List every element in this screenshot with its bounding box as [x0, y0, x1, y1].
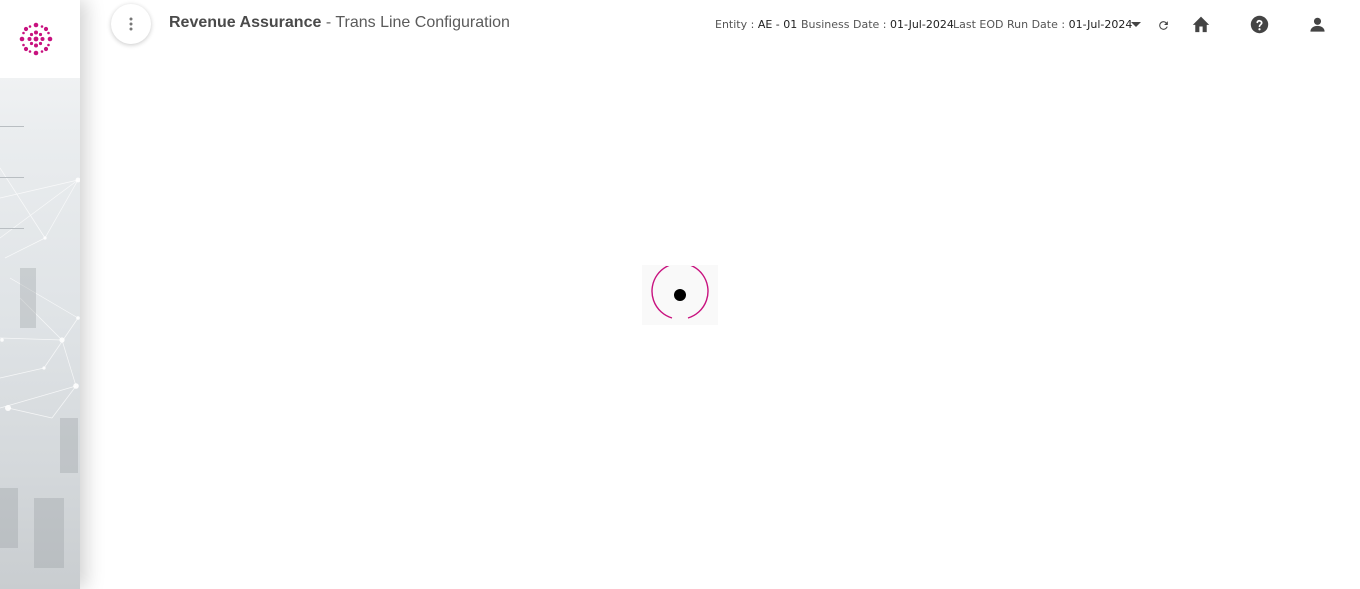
eod-dropdown-button[interactable] — [1129, 17, 1143, 33]
help-icon — [1250, 15, 1268, 33]
sidebar-background-art — [0, 167, 80, 568]
user-icon — [1309, 17, 1325, 32]
page-title: Revenue Assurance - Trans Line Configura… — [169, 14, 510, 32]
user-profile-button[interactable] — [1306, 13, 1328, 35]
business-date-label: Business Date : — [801, 18, 887, 31]
sidebar-divider — [0, 228, 24, 229]
loading-dot — [674, 289, 686, 301]
home-button[interactable] — [1190, 13, 1212, 35]
sidebar-logo-area — [0, 0, 80, 78]
eod-date-info: Last EOD Run Date : 01-Jul-2024 — [953, 18, 1132, 31]
sidebar-divider — [0, 177, 24, 178]
page-name: Trans Line Configuration — [335, 14, 510, 31]
brand-logo[interactable] — [14, 17, 58, 61]
refresh-icon — [1158, 20, 1168, 30]
business-date-info: Business Date : 01-Jul-2024 — [801, 18, 954, 31]
business-date-value: 01-Jul-2024 — [890, 18, 954, 31]
more-vert-icon — [129, 17, 133, 31]
app-root: Revenue Assurance - Trans Line Configura… — [0, 0, 1360, 589]
top-header: Revenue Assurance - Trans Line Configura… — [80, 0, 1360, 50]
entity-info: Entity : AE - 01 — [715, 18, 797, 31]
sidebar — [0, 0, 80, 589]
refresh-button[interactable] — [1155, 16, 1171, 34]
sidebar-divider — [0, 126, 24, 127]
title-separator: - — [321, 14, 336, 31]
entity-label: Entity : — [715, 18, 755, 31]
app-name: Revenue Assurance — [169, 14, 322, 31]
eod-date-label: Last EOD Run Date : — [953, 18, 1066, 31]
home-icon — [1192, 16, 1210, 33]
eod-date-value: 01-Jul-2024 — [1068, 18, 1133, 31]
entity-value: AE - 01 — [757, 18, 798, 31]
help-button[interactable] — [1248, 13, 1270, 35]
caret-down-icon — [1131, 22, 1141, 27]
more-vert-button[interactable] — [111, 4, 151, 44]
